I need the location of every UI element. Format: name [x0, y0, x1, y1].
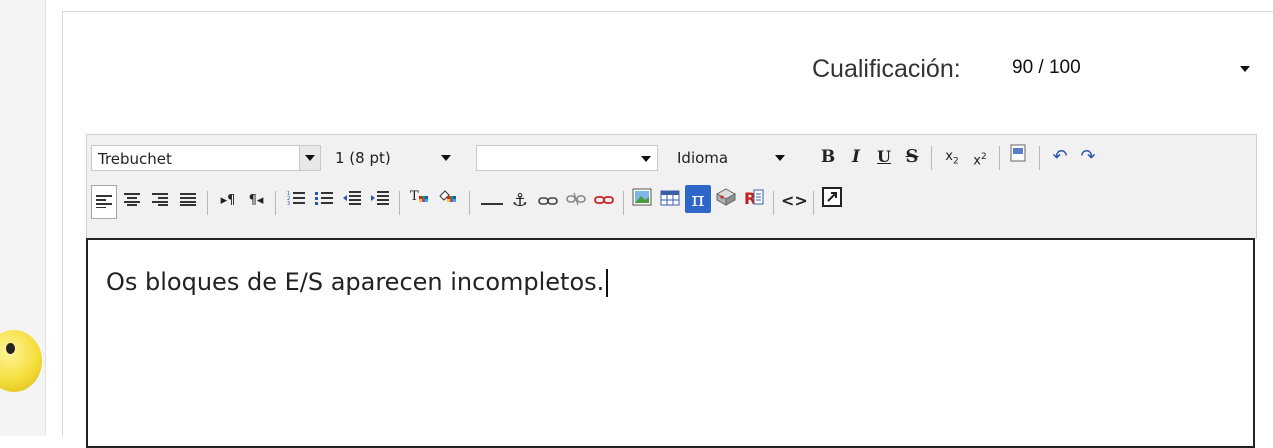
strikethrough-icon[interactable]: S — [899, 143, 925, 171]
outdent-icon[interactable] — [339, 187, 365, 215]
underline-icon[interactable]: U — [871, 143, 897, 171]
grade-value: 90 / 100 — [1012, 57, 1081, 78]
chevron-down-icon — [1240, 66, 1250, 72]
separator — [399, 191, 400, 215]
separator — [931, 146, 932, 170]
format-select[interactable] — [476, 145, 658, 171]
grade-select[interactable]: 90 / 100 — [1006, 54, 1254, 84]
text-color-icon[interactable]: T — [407, 187, 433, 215]
fullscreen-icon[interactable] — [819, 187, 845, 215]
indent-icon[interactable] — [367, 187, 393, 215]
separator — [275, 191, 276, 215]
undo-icon[interactable]: ↶ — [1047, 143, 1073, 171]
divider — [62, 11, 63, 436]
svg-text:3: 3 — [287, 201, 290, 206]
link-icon[interactable] — [535, 187, 561, 215]
chevron-down-icon — [641, 156, 651, 162]
chevron-down-icon[interactable] — [299, 146, 320, 170]
separator — [623, 191, 624, 215]
separator — [469, 191, 470, 215]
align-left-icon[interactable] — [91, 185, 117, 219]
text-cursor — [606, 269, 609, 297]
background-color-icon[interactable] — [435, 187, 461, 215]
no-link-icon[interactable] — [591, 187, 617, 215]
anchor-icon[interactable]: ⚓ — [507, 187, 533, 215]
smiley-icon — [0, 330, 42, 392]
horizontal-rule-icon[interactable] — [479, 187, 505, 215]
separator — [999, 146, 1000, 170]
math-icon[interactable]: π — [685, 185, 711, 213]
redo-icon[interactable]: ↷ — [1075, 143, 1101, 171]
font-size-select[interactable]: 1 (8 pt) — [329, 145, 459, 171]
subscript-icon[interactable]: x2 — [939, 143, 965, 171]
editor-text[interactable]: Os bloques de E/S aparecen incompletos. — [106, 268, 609, 297]
font-family-select[interactable]: Trebuchet — [91, 145, 321, 171]
separator — [773, 191, 774, 215]
chevron-down-icon — [775, 155, 785, 161]
table-icon[interactable] — [657, 187, 683, 215]
dragmath-icon[interactable] — [713, 187, 739, 215]
editor-area[interactable]: Os bloques de E/S aparecen incompletos. — [86, 238, 1255, 448]
image-icon[interactable] — [629, 187, 655, 215]
justify-icon[interactable] — [175, 187, 201, 215]
editor-toolbar: Trebuchet 1 (8 pt) Idioma B I U S x2 x2 … — [86, 134, 1257, 239]
unordered-list-icon[interactable] — [311, 187, 337, 215]
paste-word-icon[interactable] — [1005, 143, 1031, 171]
rtl-icon[interactable]: ¶◂ — [243, 187, 269, 215]
cleanup-icon[interactable]: R — [741, 187, 767, 215]
grade-label: Cualificación: — [812, 55, 961, 83]
separator — [207, 191, 208, 215]
unlink-icon[interactable] — [563, 187, 589, 215]
left-panel — [0, 0, 46, 436]
ordered-list-icon[interactable]: 123 — [283, 187, 309, 215]
separator — [813, 191, 814, 215]
align-right-icon[interactable] — [147, 187, 173, 215]
italic-icon[interactable]: I — [843, 143, 869, 171]
svg-text:T: T — [410, 189, 419, 204]
ltr-icon[interactable]: ▸¶ — [215, 187, 241, 215]
bold-icon[interactable]: B — [815, 143, 841, 171]
language-select[interactable]: Idioma — [671, 145, 793, 171]
divider — [62, 11, 1273, 12]
separator — [1039, 146, 1040, 170]
superscript-icon[interactable]: x2 — [967, 143, 993, 171]
html-source-icon[interactable]: <> — [781, 187, 808, 215]
chevron-down-icon — [441, 155, 451, 161]
align-center-icon[interactable] — [119, 187, 145, 215]
